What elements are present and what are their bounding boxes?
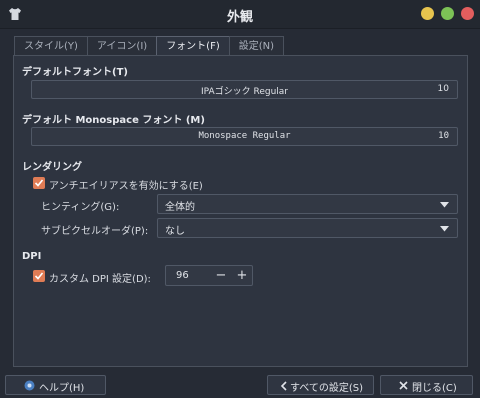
dpi-value: 96	[176, 270, 189, 281]
window-title: 外観	[226, 10, 253, 25]
tab-settings[interactable]: 設定(N)	[228, 36, 285, 56]
tab-style[interactable]: スタイル(Y)	[14, 36, 88, 56]
tab-fonts[interactable]: フォント(F)	[156, 36, 230, 56]
close-icon	[399, 381, 408, 390]
dpi-heading: DPI	[22, 251, 42, 262]
hinting-label: ヒンティング(G):	[41, 202, 120, 213]
maximize-button[interactable]	[441, 7, 454, 20]
help-icon	[24, 380, 35, 391]
help-button[interactable]: ヘルプ(H)	[5, 375, 106, 395]
title-bar: 外観	[0, 0, 480, 29]
subpixel-label: サブピクセルオーダ(P):	[41, 226, 149, 237]
default-font-size: 10	[437, 84, 449, 94]
tab-icons[interactable]: アイコン(I)	[86, 36, 158, 56]
hinting-value: 全体的	[165, 202, 195, 213]
subpixel-select[interactable]: なし	[157, 218, 458, 238]
mono-font-name: Monospace Regular	[198, 131, 291, 141]
mono-font-button[interactable]: Monospace Regular 10	[31, 127, 458, 146]
minimize-button[interactable]	[421, 7, 434, 20]
default-font-name: IPAゴシック Regular	[200, 87, 289, 97]
dpi-spinbox[interactable]: 96 − +	[165, 265, 253, 286]
chevron-down-icon	[440, 202, 449, 208]
custom-dpi-label: カスタム DPI 設定(D):	[49, 274, 151, 285]
check-icon	[34, 272, 44, 280]
chevron-down-icon	[440, 226, 449, 232]
subpixel-value: なし	[165, 226, 185, 237]
mono-font-heading: デフォルト Monospace フォント (M)	[22, 115, 205, 126]
close-window-button[interactable]	[461, 7, 474, 20]
dpi-decrease-button[interactable]: −	[212, 267, 230, 285]
tab-bar: スタイル(Y) アイコン(I) フォント(F) 設定(N)	[14, 36, 285, 56]
chevron-left-icon	[280, 381, 287, 391]
custom-dpi-checkbox[interactable]	[33, 270, 45, 282]
all-settings-label: すべての設定(S)	[290, 383, 364, 394]
all-settings-button[interactable]: すべての設定(S)	[267, 375, 374, 395]
hinting-select[interactable]: 全体的	[157, 194, 458, 214]
antialias-label: アンチエイリアスを有効にする(E)	[49, 181, 203, 192]
close-label: 閉じる(C)	[412, 383, 457, 394]
default-font-button[interactable]: IPAゴシック Regular 10	[31, 80, 458, 99]
antialias-checkbox[interactable]	[33, 177, 45, 189]
rendering-heading: レンダリング	[22, 162, 82, 173]
check-icon	[34, 179, 44, 187]
dpi-increase-button[interactable]: +	[233, 267, 251, 285]
default-font-heading: デフォルトフォント(T)	[22, 67, 128, 78]
help-label: ヘルプ(H)	[39, 383, 85, 394]
close-button[interactable]: 閉じる(C)	[380, 375, 473, 395]
mono-font-size: 10	[438, 131, 449, 141]
